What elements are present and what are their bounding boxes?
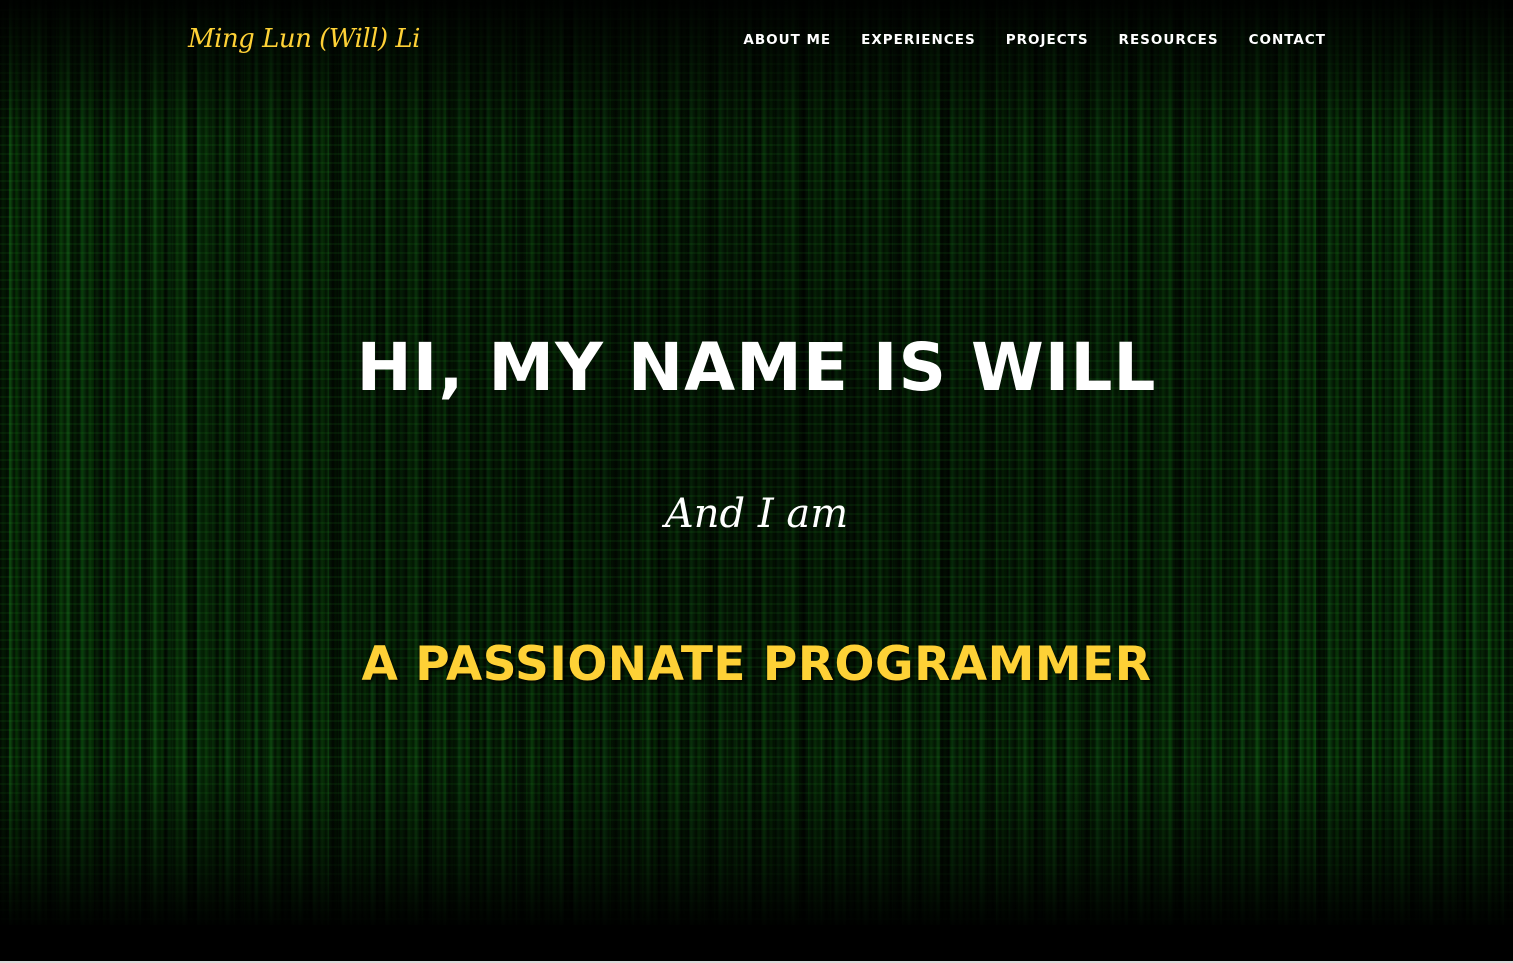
section-divider: [0, 925, 1513, 963]
nav-item-about-me: ABOUT ME: [743, 31, 831, 49]
hero-role-text: A PASSIONATE PROGRAMMER: [361, 637, 1152, 692]
hero-subheading: And I am: [664, 491, 849, 537]
nav-menu: ABOUT ME EXPERIENCES PROJECTS RESOURCES …: [743, 31, 1326, 49]
nav-link-projects[interactable]: PROJECTS: [1006, 32, 1089, 48]
nav-item-projects: PROJECTS: [1006, 31, 1089, 49]
nav-item-resources: RESOURCES: [1119, 31, 1219, 49]
matrix-background-image: [0, 0, 1513, 925]
brand-logo-link[interactable]: Ming Lun (Will) Li: [188, 24, 420, 54]
navbar: Ming Lun (Will) Li ABOUT ME EXPERIENCES …: [0, 0, 1513, 80]
nav-link-resources[interactable]: RESOURCES: [1119, 32, 1219, 48]
nav-link-about-me[interactable]: ABOUT ME: [743, 32, 831, 48]
nav-link-contact[interactable]: CONTACT: [1249, 32, 1326, 48]
page: Ming Lun (Will) Li ABOUT ME EXPERIENCES …: [0, 0, 1513, 963]
hero-heading: HI, MY NAME IS WILL: [356, 329, 1157, 406]
nav-item-experiences: EXPERIENCES: [861, 31, 976, 49]
nav-item-contact: CONTACT: [1249, 31, 1326, 49]
nav-link-experiences[interactable]: EXPERIENCES: [861, 32, 976, 48]
